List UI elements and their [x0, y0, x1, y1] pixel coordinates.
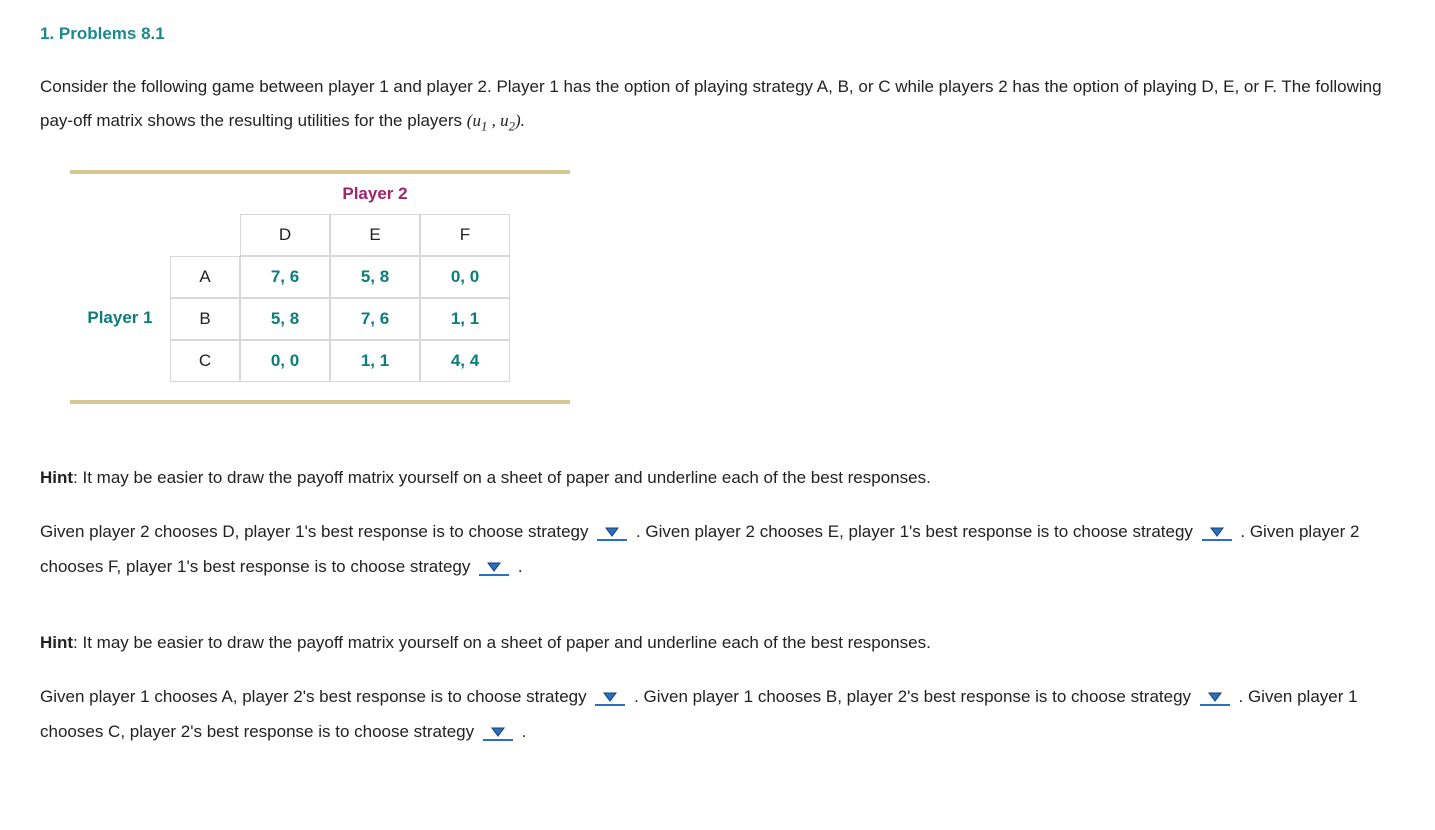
cell-c-d: 0, 0 [240, 340, 330, 382]
matrix-spacer [70, 340, 170, 382]
math-u2: u [500, 111, 509, 130]
col-head-d: D [240, 214, 330, 256]
q2-text-2: . Given player 1 chooses B, player 2's b… [634, 687, 1196, 706]
problem-page: 1. Problems 8.1 Consider the following g… [0, 0, 1435, 808]
math-u1: u [472, 111, 481, 130]
cell-c-e: 1, 1 [330, 340, 420, 382]
intro-text: Consider the following game between play… [40, 77, 1382, 130]
matrix-rule-bottom [70, 400, 570, 404]
cell-a-e: 5, 8 [330, 256, 420, 298]
math-paren-close: ). [515, 111, 525, 130]
payoff-matrix: Player 2 D E F A 7, 6 5, 8 0, 0 Player 1… [70, 174, 570, 382]
problem-intro: Consider the following game between play… [40, 70, 1395, 140]
dropdown-p2-if-b[interactable] [1200, 692, 1230, 706]
cell-a-f: 0, 0 [420, 256, 510, 298]
matrix-spacer-below [70, 382, 570, 400]
hint-1: Hint: It may be easier to draw the payof… [40, 460, 1395, 496]
cell-b-f: 1, 1 [420, 298, 510, 340]
question-block-1: Given player 2 chooses D, player 1's bes… [40, 514, 1395, 585]
math-comma: , [487, 111, 500, 130]
player1-label: Player 1 [70, 298, 170, 340]
dropdown-arrow-icon [603, 692, 617, 702]
hint-label: Hint [40, 633, 73, 652]
q1-text-4: . [518, 557, 523, 576]
hint-text: : It may be easier to draw the payoff ma… [73, 468, 931, 487]
dropdown-arrow-icon [487, 562, 501, 572]
row-head-c: C [170, 340, 240, 382]
q1-text-1: Given player 2 chooses D, player 1's bes… [40, 522, 593, 541]
problem-title: 1. Problems 8.1 [40, 24, 1395, 44]
dropdown-arrow-icon [1210, 527, 1224, 537]
dropdown-p2-if-a[interactable] [595, 692, 625, 706]
col-head-e: E [330, 214, 420, 256]
cell-a-d: 7, 6 [240, 256, 330, 298]
dropdown-p1-if-d[interactable] [597, 527, 627, 541]
hint-2: Hint: It may be easier to draw the payof… [40, 625, 1395, 661]
q2-text-4: . [522, 722, 527, 741]
dropdown-p1-if-f[interactable] [479, 562, 509, 576]
dropdown-arrow-icon [1208, 692, 1222, 702]
dropdown-arrow-icon [605, 527, 619, 537]
hint-label: Hint [40, 468, 73, 487]
q1-text-2: . Given player 2 chooses E, player 1's b… [636, 522, 1198, 541]
player2-label: Player 2 [240, 174, 510, 214]
dropdown-p2-if-c[interactable] [483, 727, 513, 741]
matrix-spacer [170, 174, 240, 214]
row-head-a: A [170, 256, 240, 298]
q2-text-1: Given player 1 chooses A, player 2's bes… [40, 687, 591, 706]
question-block-2: Given player 1 chooses A, player 2's bes… [40, 679, 1395, 750]
cell-c-f: 4, 4 [420, 340, 510, 382]
matrix-spacer [70, 256, 170, 298]
matrix-spacer [70, 214, 170, 256]
payoff-matrix-container: Player 2 D E F A 7, 6 5, 8 0, 0 Player 1… [70, 170, 570, 404]
cell-b-e: 7, 6 [330, 298, 420, 340]
row-head-b: B [170, 298, 240, 340]
cell-b-d: 5, 8 [240, 298, 330, 340]
dropdown-p1-if-e[interactable] [1202, 527, 1232, 541]
hint-text: : It may be easier to draw the payoff ma… [73, 633, 931, 652]
dropdown-arrow-icon [491, 727, 505, 737]
col-head-f: F [420, 214, 510, 256]
matrix-spacer [170, 214, 240, 256]
matrix-spacer [70, 174, 170, 214]
